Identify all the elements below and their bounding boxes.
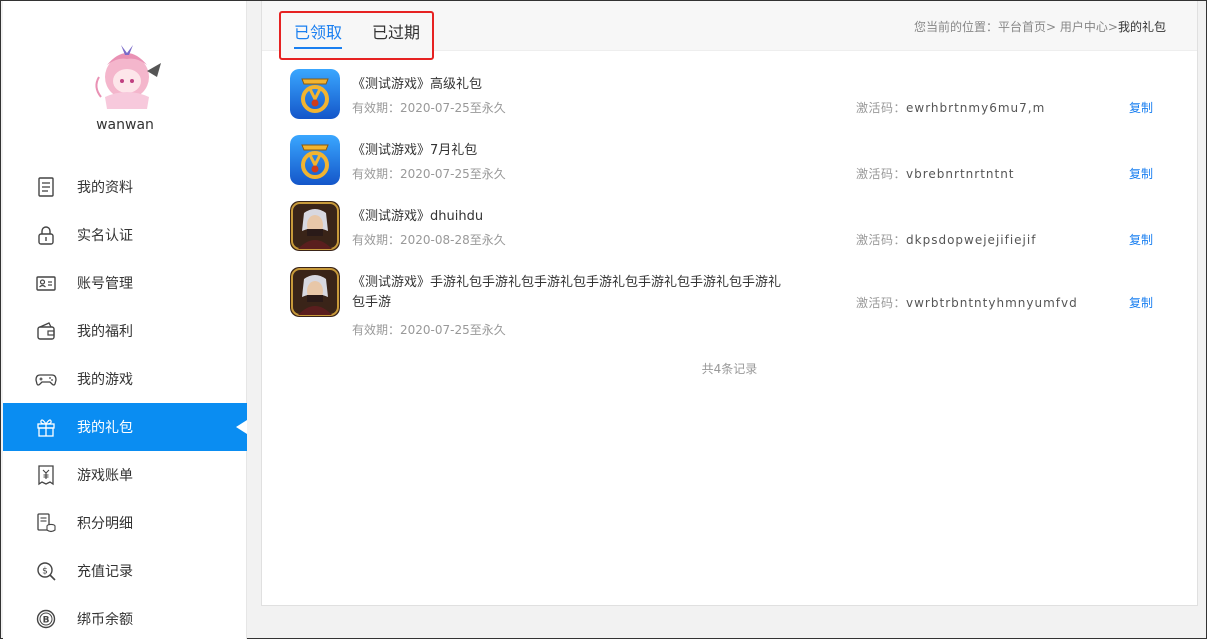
game-icon-gold: [290, 135, 340, 185]
sidebar: wanwan 我的资料 实名认证 账号管理 我的福利 我的游戏 我的礼包 游戏账…: [3, 1, 247, 639]
sidebar-menu: 我的资料 实名认证 账号管理 我的福利 我的游戏 我的礼包 游戏账单 积分明细 …: [3, 163, 247, 639]
code-label: 激活码：: [856, 167, 907, 181]
gift-panel: 已领取 已过期 您当前的位置：平台首页> 用户中心>我的礼包 《测试游戏》高级礼…: [261, 1, 1198, 606]
sidebar-item-label: 我的福利: [77, 324, 133, 340]
gift-validity: 有效期：2020-08-28至永久: [352, 233, 506, 247]
breadcrumb: 您当前的位置：平台首页> 用户中心>我的礼包: [914, 18, 1166, 35]
sidebar-item-games[interactable]: 我的游戏: [3, 355, 247, 403]
gift-row: 《测试游戏》7月礼包 有效期：2020-07-25至永久 激活码：vbrebnr…: [290, 129, 1170, 195]
svg-text:$: $: [42, 567, 48, 577]
lock-icon: [35, 224, 57, 246]
code-value: dkpsdopwejejifiejif: [906, 233, 1037, 247]
sidebar-item-label: 游戏账单: [77, 468, 133, 484]
tab-received[interactable]: 已领取: [294, 19, 343, 49]
coin-b-icon: B: [35, 608, 57, 630]
game-icon-warrior: [290, 201, 340, 251]
points-icon: [35, 512, 57, 534]
gift-code: 激活码：vwrbtrbntntyhmnyumfvd: [856, 294, 1078, 311]
copy-button[interactable]: 复制: [1129, 294, 1153, 311]
sidebar-item-account[interactable]: 账号管理: [3, 259, 247, 307]
sidebar-item-label: 积分明细: [77, 516, 133, 532]
code-label: 激活码：: [856, 296, 907, 310]
copy-button[interactable]: 复制: [1129, 231, 1153, 248]
gift-title: 《测试游戏》dhuihdu: [352, 209, 484, 224]
gift-row: 《测试游戏》高级礼包 有效期：2020-07-25至永久 激活码：ewrhbrt…: [290, 63, 1170, 129]
sidebar-item-label: 我的资料: [77, 180, 133, 196]
gift-code: 激活码：dkpsdopwejejifiejif: [856, 231, 1036, 248]
sidebar-item-gifts[interactable]: 我的礼包: [3, 403, 247, 451]
sidebar-item-label: 绑币余额: [77, 612, 133, 628]
tab-expired[interactable]: 已过期: [372, 19, 420, 49]
gift-icon: [35, 416, 57, 438]
sidebar-item-label: 充值记录: [77, 564, 133, 580]
code-value: vbrebnrtnrtntnt: [906, 167, 1015, 181]
game-icon-gold: [290, 69, 340, 119]
gift-title: 《测试游戏》高级礼包: [352, 77, 483, 92]
sidebar-item-bills[interactable]: 游戏账单: [3, 451, 247, 499]
sidebar-item-realname[interactable]: 实名认证: [3, 211, 247, 259]
sidebar-item-label: 我的游戏: [77, 372, 133, 388]
svg-text:B: B: [43, 616, 50, 626]
gift-validity: 有效期：2020-07-25至永久: [352, 101, 506, 115]
breadcrumb-current: 我的礼包: [1117, 20, 1166, 34]
gamepad-icon: [35, 368, 57, 390]
gift-validity: 有效期：2020-07-25至永久: [352, 167, 506, 181]
bill-icon: [35, 464, 57, 486]
sidebar-item-profile[interactable]: 我的资料: [3, 163, 247, 211]
sidebar-item-coin-balance[interactable]: B 绑币余额: [3, 595, 247, 639]
gift-row: 《测试游戏》手游礼包手游礼包手游礼包手游礼包手游礼包手游礼包手游礼包手游 有效期…: [290, 261, 1170, 351]
breadcrumb-user-center[interactable]: 用户中心: [1060, 20, 1108, 34]
copy-button[interactable]: 复制: [1129, 99, 1153, 116]
sidebar-item-welfare[interactable]: 我的福利: [3, 307, 247, 355]
gift-list: 《测试游戏》高级礼包 有效期：2020-07-25至永久 激活码：ewrhbrt…: [290, 63, 1170, 351]
sidebar-item-recharge[interactable]: $ 充值记录: [3, 547, 247, 595]
code-value: ewrhbrtnmy6mu7,m: [906, 101, 1046, 115]
code-label: 激活码：: [856, 101, 907, 115]
breadcrumb-prefix: 您当前的位置：: [914, 20, 999, 34]
id-card-icon: [35, 272, 57, 294]
code-label: 激活码：: [856, 233, 907, 247]
username: wanwan: [96, 117, 154, 133]
gift-code: 激活码：vbrebnrtnrtntnt: [856, 165, 1015, 182]
gift-title: 《测试游戏》7月礼包: [352, 143, 478, 158]
copy-button[interactable]: 复制: [1129, 165, 1153, 182]
tabs-highlight-box: 已领取 已过期: [279, 11, 434, 60]
gift-title: 《测试游戏》手游礼包手游礼包手游礼包手游礼包手游礼包手游礼包手游礼包手游: [352, 275, 782, 310]
breadcrumb-sep: >: [1107, 20, 1118, 34]
breadcrumb-sep: >: [1046, 20, 1060, 34]
total-records: 共4条记录: [701, 362, 758, 376]
game-icon-warrior: [290, 267, 340, 317]
wallet-icon: [35, 320, 57, 342]
sidebar-item-label: 实名认证: [77, 228, 133, 244]
panel-header: 已领取 已过期 您当前的位置：平台首页> 用户中心>我的礼包: [262, 1, 1197, 60]
code-value: vwrbtrbntntyhmnyumfvd: [906, 296, 1078, 310]
gift-validity: 有效期：2020-07-25至永久: [352, 323, 506, 337]
breadcrumb-home[interactable]: 平台首页: [998, 20, 1046, 34]
dollar-search-icon: $: [35, 560, 57, 582]
sidebar-item-label: 我的礼包: [77, 420, 133, 436]
sidebar-item-points[interactable]: 积分明细: [3, 499, 247, 547]
gift-code: 激活码：ewrhbrtnmy6mu7,m: [856, 99, 1045, 116]
document-icon: [35, 176, 57, 198]
gift-row: 《测试游戏》dhuihdu 有效期：2020-08-28至永久 激活码：dkps…: [290, 195, 1170, 261]
sidebar-item-label: 账号管理: [77, 276, 133, 292]
avatar[interactable]: [85, 37, 169, 111]
